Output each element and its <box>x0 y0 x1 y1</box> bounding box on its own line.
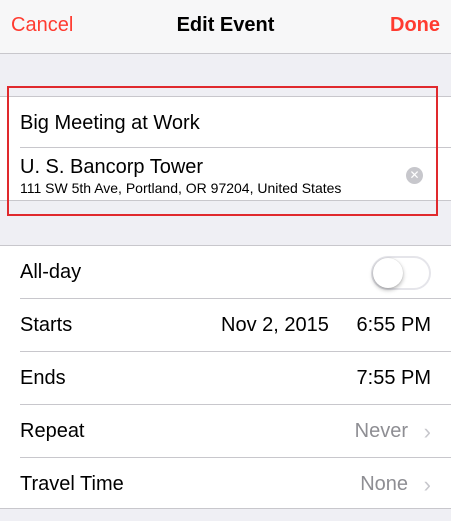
event-details-group: All-day Starts Nov 2, 2015 6:55 PM Ends … <box>0 245 451 509</box>
chevron-right-icon: › <box>423 419 431 444</box>
starts-label: Starts <box>20 314 73 336</box>
toggle-knob <box>373 258 403 288</box>
travel-time-label: Travel Time <box>20 473 124 495</box>
repeat-value: Never <box>354 420 408 442</box>
highlight-box <box>7 86 438 216</box>
page-title: Edit Event <box>176 14 275 36</box>
travel-time-row[interactable]: Travel Time None › <box>0 458 451 511</box>
allday-toggle[interactable] <box>371 256 431 290</box>
starts-row[interactable]: Starts Nov 2, 2015 6:55 PM <box>0 299 451 352</box>
allday-label: All-day <box>20 261 82 283</box>
repeat-row[interactable]: Repeat Never › <box>0 405 451 458</box>
navigation-bar: Cancel Edit Event Done <box>0 0 451 54</box>
starts-date: Nov 2, 2015 <box>221 314 329 336</box>
starts-time: 6:55 PM <box>356 314 431 336</box>
repeat-label: Repeat <box>20 420 85 442</box>
ends-label: Ends <box>20 367 66 389</box>
ends-row[interactable]: Ends 7:55 PM <box>0 352 451 405</box>
travel-time-value: None <box>360 473 408 495</box>
ends-time: 7:55 PM <box>356 367 431 389</box>
chevron-right-icon: › <box>423 472 431 497</box>
done-button[interactable]: Done <box>390 14 440 37</box>
allday-row: All-day <box>0 246 451 299</box>
